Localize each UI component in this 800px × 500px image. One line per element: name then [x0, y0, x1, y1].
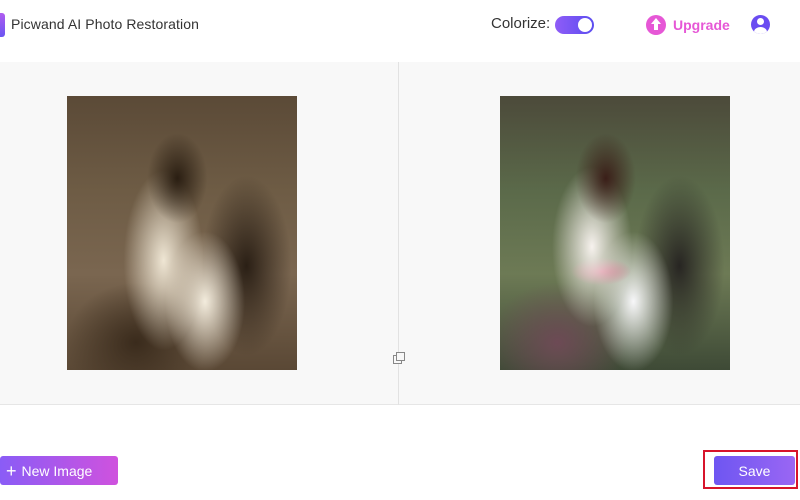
new-image-label: New Image [21, 462, 93, 479]
colorize-toggle[interactable] [555, 16, 594, 34]
user-account-icon[interactable] [751, 15, 770, 34]
original-photo [67, 96, 297, 370]
save-button[interactable]: Save [714, 456, 795, 485]
brand-logo-icon [0, 13, 5, 37]
restored-photo [500, 96, 730, 370]
compare-icon[interactable] [393, 352, 405, 364]
plus-icon: + [6, 460, 17, 481]
app-title: Picwand AI Photo Restoration [11, 16, 200, 32]
upgrade-arrow-icon [646, 15, 666, 35]
upgrade-label: Upgrade [673, 17, 730, 33]
upgrade-button[interactable]: Upgrade [646, 14, 730, 36]
colorize-label: Colorize: [491, 15, 551, 32]
app-header: Picwand AI Photo Restoration Colorize: U… [0, 0, 800, 50]
new-image-button[interactable]: + New Image [0, 456, 118, 485]
toggle-knob [578, 18, 592, 32]
